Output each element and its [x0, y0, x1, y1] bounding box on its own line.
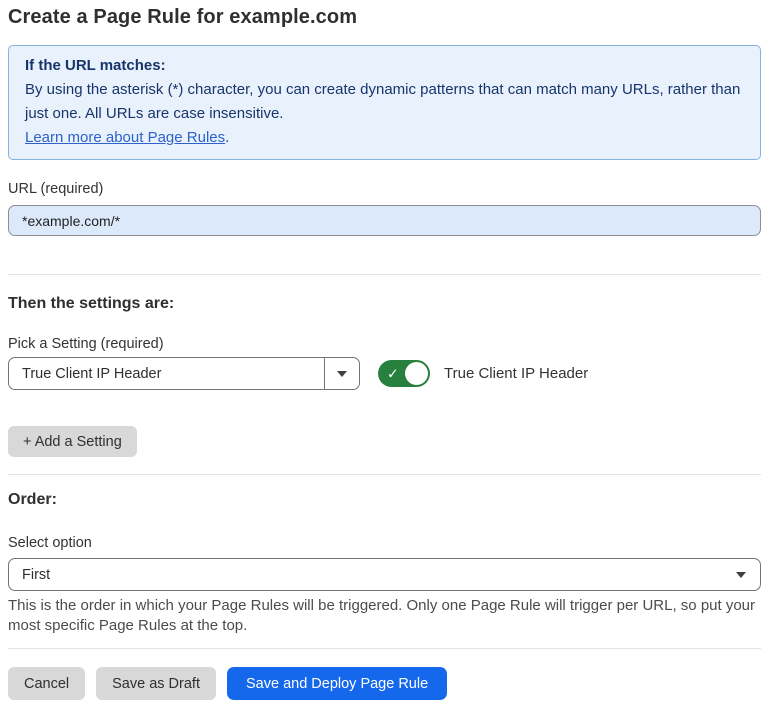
footer-actions: Cancel Save as Draft Save and Deploy Pag…: [8, 667, 761, 700]
setting-toggle[interactable]: ✓: [378, 360, 430, 387]
pick-setting-label: Pick a Setting (required): [8, 335, 761, 353]
order-helper-text: This is the order in which your Page Rul…: [8, 596, 761, 636]
setting-select[interactable]: True Client IP Header: [8, 357, 360, 390]
link-suffix: .: [225, 129, 229, 146]
order-section-heading: Order:: [8, 491, 761, 508]
setting-select-value: True Client IP Header: [9, 366, 324, 382]
section-divider: [8, 474, 761, 475]
add-setting-button[interactable]: + Add a Setting: [8, 426, 137, 457]
footer-divider: [8, 648, 761, 649]
create-page-rule-form: Create a Page Rule for example.com If th…: [0, 0, 769, 700]
save-as-draft-button[interactable]: Save as Draft: [96, 667, 216, 700]
info-banner-heading: If the URL matches:: [25, 54, 744, 78]
info-banner-link-line: Learn more about Page Rules.: [25, 126, 744, 150]
learn-more-link[interactable]: Learn more about Page Rules: [25, 129, 225, 146]
section-divider: [8, 274, 761, 275]
info-banner-body: By using the asterisk (*) character, you…: [25, 78, 744, 126]
url-match-info-banner: If the URL matches: By using the asteris…: [8, 45, 761, 160]
page-title: Create a Page Rule for example.com: [8, 6, 761, 29]
toggle-label: True Client IP Header: [444, 365, 588, 382]
order-select-label: Select option: [8, 534, 761, 552]
url-input[interactable]: [8, 205, 761, 236]
check-icon: ✓: [387, 366, 399, 380]
order-select-value: First: [9, 567, 722, 583]
chevron-down-icon: [722, 559, 760, 590]
order-select[interactable]: First: [8, 558, 761, 591]
toggle-knob: [405, 362, 428, 385]
cancel-button[interactable]: Cancel: [8, 667, 85, 700]
settings-section-heading: Then the settings are:: [8, 295, 761, 312]
setting-row: True Client IP Header ✓ True Client IP H…: [8, 357, 761, 390]
chevron-down-icon[interactable]: [324, 358, 359, 389]
url-label: URL (required): [8, 180, 761, 198]
save-and-deploy-button[interactable]: Save and Deploy Page Rule: [227, 667, 447, 700]
